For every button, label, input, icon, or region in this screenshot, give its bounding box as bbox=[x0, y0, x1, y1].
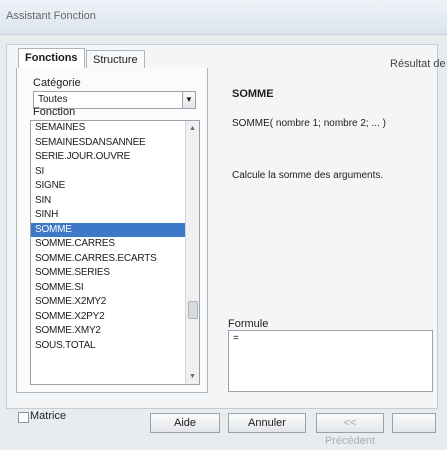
chevron-down-icon[interactable]: ▼ bbox=[182, 91, 196, 109]
list-item[interactable]: SOUS.TOTAL bbox=[31, 339, 199, 354]
list-item[interactable]: SIGNE bbox=[31, 179, 199, 194]
help-button[interactable]: Aide bbox=[150, 413, 220, 433]
help-button-label: Aide bbox=[173, 417, 197, 429]
function-syntax: SOMME( nombre 1; nombre 2; ... ) bbox=[232, 118, 386, 129]
result-label: Résultat de bbox=[390, 58, 446, 70]
next-button[interactable] bbox=[392, 413, 436, 433]
formula-label: Formule bbox=[228, 318, 269, 330]
array-checkbox[interactable] bbox=[18, 412, 29, 423]
list-item-selected[interactable]: SOMME bbox=[31, 222, 199, 237]
category-select-value: Toutes bbox=[38, 94, 68, 105]
tab-fonctions[interactable]: Fonctions bbox=[18, 48, 85, 69]
previous-button-label: << Précédent bbox=[324, 417, 376, 447]
list-item[interactable]: SEMAINES bbox=[31, 121, 199, 136]
array-label: Matrice bbox=[30, 410, 67, 422]
formula-input[interactable]: = bbox=[228, 330, 433, 392]
list-item[interactable]: SOMME.SERIES bbox=[31, 266, 199, 281]
cancel-button-label: Annuler bbox=[248, 417, 286, 429]
category-label: Catégorie bbox=[33, 77, 81, 89]
list-item[interactable]: SIN bbox=[31, 194, 199, 209]
list-item[interactable]: SI bbox=[31, 165, 199, 180]
list-item[interactable]: SOMME.CARRES.ECARTS bbox=[31, 252, 199, 267]
list-item[interactable]: SOMME.CARRES bbox=[31, 237, 199, 252]
title-bar: Assistant Fonction bbox=[0, 0, 447, 35]
scrollbar-thumb[interactable] bbox=[188, 301, 198, 319]
function-list-scrollbar[interactable]: ▲ ▼ bbox=[185, 121, 199, 384]
function-label: Fonction bbox=[33, 106, 75, 118]
window-title: Assistant Fonction bbox=[6, 10, 96, 22]
function-list[interactable]: SEMAINES SEMAINESDANSANNEE SERIE.JOUR.OU… bbox=[30, 120, 200, 385]
chevron-down-icon[interactable]: ▼ bbox=[186, 373, 199, 380]
formula-value: = bbox=[233, 333, 239, 344]
list-item[interactable]: SOMME.SI bbox=[31, 281, 199, 296]
list-item[interactable]: SOMME.XMY2 bbox=[31, 324, 199, 339]
list-item[interactable]: SOMME.X2MY2 bbox=[31, 295, 199, 310]
chevron-up-icon[interactable]: ▲ bbox=[186, 125, 199, 132]
function-name: SOMME bbox=[232, 88, 274, 100]
cancel-button[interactable]: Annuler bbox=[228, 413, 306, 433]
list-item[interactable]: SEMAINESDANSANNEE bbox=[31, 136, 199, 151]
function-label-text: Fonction bbox=[33, 106, 76, 118]
category-label-text: Catégorie bbox=[33, 77, 81, 89]
list-item[interactable]: SERIE.JOUR.OUVRE bbox=[31, 150, 199, 165]
tab-structure[interactable]: Structure bbox=[86, 50, 145, 68]
list-item[interactable]: SOMME.X2PY2 bbox=[31, 310, 199, 325]
previous-button[interactable]: << Précédent bbox=[316, 413, 384, 447]
list-item[interactable]: SINH bbox=[31, 208, 199, 223]
function-description: Calcule la somme des arguments. bbox=[232, 170, 384, 181]
